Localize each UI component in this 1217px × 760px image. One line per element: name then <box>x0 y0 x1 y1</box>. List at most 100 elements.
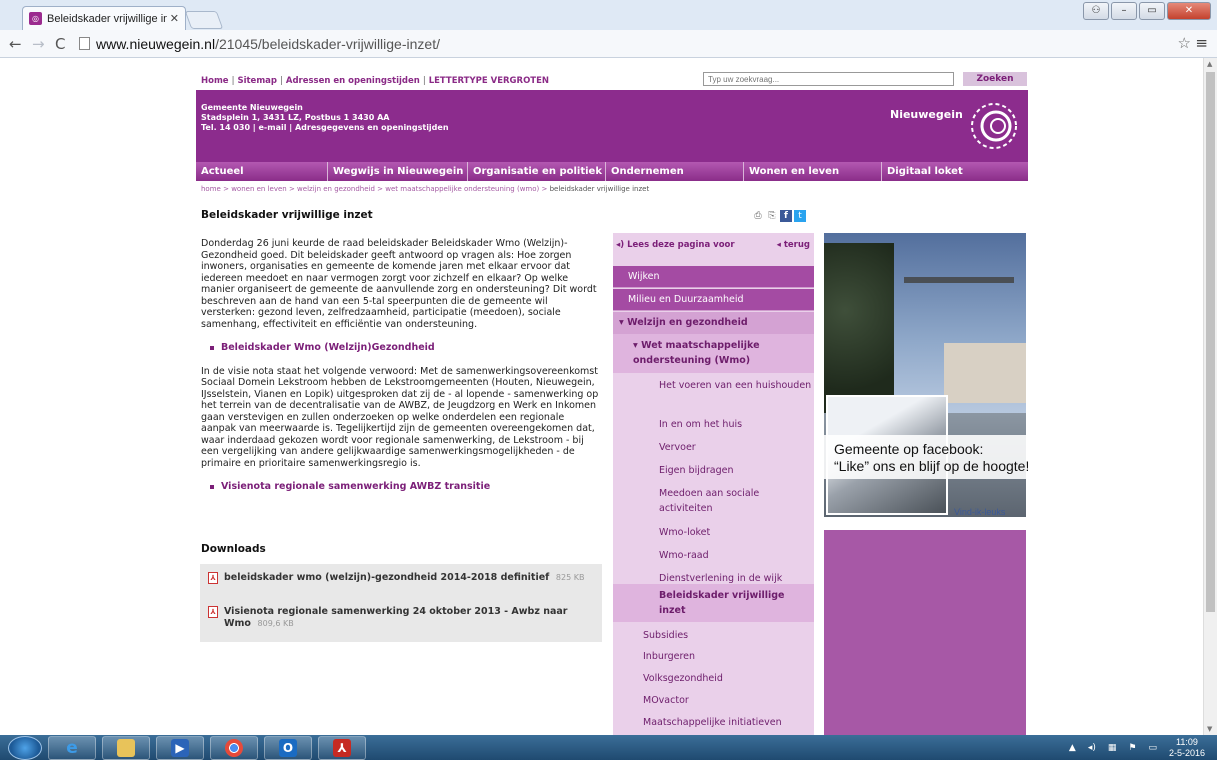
print-icon[interactable]: ⎙ <box>752 210 764 222</box>
scroll-thumb[interactable] <box>1206 72 1215 612</box>
browser-toolbar: ← → C www.nieuwegein.nl/21045/beleidskad… <box>0 30 1217 58</box>
reload-icon[interactable]: C <box>55 35 69 53</box>
menu-icon[interactable]: ≡ <box>1195 34 1208 52</box>
utility-link-font-size[interactable]: LETTERTYPE VERGROTEN <box>429 76 549 86</box>
back-label: terug <box>783 240 810 250</box>
utility-link-addresses[interactable]: Adressen en openingstijden <box>286 76 420 86</box>
subnav-label: Welzijn en gezondheid <box>627 317 748 328</box>
minimize-button[interactable]: – <box>1111 2 1137 20</box>
taskbar-explorer[interactable] <box>102 735 150 760</box>
facebook-widget[interactable]: Gemeente op facebook: “Like” ons en blij… <box>824 393 1028 518</box>
taskbar-media[interactable]: ▶ <box>156 735 204 760</box>
back-arrow-icon[interactable]: ← <box>9 35 23 53</box>
read-aloud-bar: ◂) Lees deze pagina voor ◂ terug <box>613 233 814 257</box>
media-player-icon: ▶ <box>171 738 189 757</box>
subnav-item-subsidies[interactable]: Subsidies <box>613 624 814 643</box>
subnav-item-huis[interactable]: In en om het huis <box>613 413 814 432</box>
subnav-item-current[interactable]: Beleidskader vrijwillige inzet <box>613 584 814 622</box>
breadcrumb-item[interactable]: home <box>201 185 221 193</box>
start-button[interactable] <box>8 735 42 760</box>
article-link-visienota[interactable]: Visienota regionale samenwerking AWBZ tr… <box>210 481 601 493</box>
printer-friendly-icon[interactable]: ⎘ <box>766 210 778 222</box>
subnav-item-meedoen[interactable]: Meedoen aan sociale activiteiten <box>613 482 814 520</box>
subnav-item-wmo-raad[interactable]: Wmo-raad <box>613 544 814 563</box>
subnav-item-wijken[interactable]: Wijken <box>613 266 814 288</box>
nav-actueel[interactable]: Actueel <box>196 162 328 181</box>
utility-links: Home | Sitemap | Adressen en openingstijden |… <box>201 76 549 86</box>
breadcrumb-item[interactable]: wet maatschappelijke ondersteuning (wmo) <box>385 185 539 193</box>
close-tab-icon[interactable]: ✕ <box>170 12 179 25</box>
subnav-item-vervoer[interactable]: Vervoer <box>613 436 814 455</box>
facebook-line-1: Gemeente op facebook: <box>834 441 984 457</box>
new-tab-button[interactable] <box>184 11 224 29</box>
clock[interactable]: 11:09 2-5-2016 <box>1169 737 1205 759</box>
nav-organisatie[interactable]: Organisatie en politiek <box>468 162 606 181</box>
read-aloud-link[interactable]: ◂) Lees deze pagina voor <box>616 240 735 250</box>
bookmark-star-icon[interactable]: ☆ <box>1178 34 1191 52</box>
breadcrumb-item[interactable]: welzijn en gezondheid <box>297 185 375 193</box>
pdf-icon: ⅄ <box>208 606 218 618</box>
page-scrollbar[interactable]: ▲ ▼ <box>1203 58 1217 735</box>
subnav-item-volksgezondheid[interactable]: Volksgezondheid <box>613 667 814 686</box>
user-icon[interactable]: ⚇ <box>1083 2 1109 20</box>
subnav-item-milieu[interactable]: Milieu en Duurzaamheid <box>613 289 814 311</box>
download-item[interactable]: ⅄ beleidskader wmo (welzijn)-gezondheid … <box>208 572 593 584</box>
main-navigation: Actueel Wegwijs in Nieuwegein Organisati… <box>196 162 1028 181</box>
subnav-item-welzijn[interactable]: ▾ Welzijn en gezondheid <box>613 312 814 334</box>
subnav-item-inburgeren[interactable]: Inburgeren <box>613 645 814 664</box>
subnav-item-bijdragen[interactable]: Eigen bijdragen <box>613 459 814 478</box>
facebook-share-icon[interactable]: f <box>780 210 792 222</box>
facebook-like-link[interactable]: Vind-ik-leuks <box>954 507 1005 517</box>
brand-name[interactable]: Nieuwegein <box>890 108 963 121</box>
taskbar-ie[interactable]: e <box>48 735 96 760</box>
address-line-3[interactable]: Tel. 14 030 | e-mail | Adresgegevens en … <box>201 123 449 133</box>
download-item[interactable]: ⅄ Visienota regionale samenwerking 24 ok… <box>208 606 593 629</box>
volume-icon[interactable]: ◂) <box>1088 743 1096 753</box>
network-icon[interactable]: ▦ <box>1108 743 1117 753</box>
download-size: 825 KB <box>555 573 585 582</box>
scroll-up-icon[interactable]: ▲ <box>1207 60 1212 68</box>
display-icon[interactable]: ▭ <box>1148 743 1157 753</box>
utility-link-home[interactable]: Home <box>201 76 229 86</box>
page-title: Beleidskader vrijwillige inzet <box>201 209 373 221</box>
download-size: 809,6 KB <box>257 618 294 628</box>
breadcrumb-item[interactable]: wonen en leven <box>231 185 287 193</box>
download-name[interactable]: beleidskader wmo (welzijn)-gezondheid 20… <box>224 572 549 583</box>
breadcrumb-current: beleidskader vrijwillige inzet <box>549 185 650 193</box>
share-tools: ⎙ ⎘ f t <box>752 210 806 222</box>
taskbar-acrobat[interactable]: ⅄ <box>318 735 366 760</box>
subnav-item-wmo-loket[interactable]: Wmo-loket <box>613 521 814 540</box>
taskbar-outlook[interactable]: O <box>264 735 312 760</box>
forward-arrow-icon[interactable]: → <box>32 35 46 53</box>
subnav-item-movactor[interactable]: MOvactor <box>613 689 814 708</box>
taskbar-chrome[interactable] <box>210 735 258 760</box>
subnav-item-initiatieven[interactable]: Maatschappelijke initiatieven <box>613 711 814 730</box>
search-button[interactable]: Zoeken <box>963 72 1027 86</box>
browser-tab[interactable]: ◎ Beleidskader vrijwillige inz ✕ <box>22 6 186 30</box>
nav-wonen[interactable]: Wonen en leven <box>744 162 882 181</box>
subnav-item-huishouden[interactable]: Het voeren van een huishouden <box>613 374 814 412</box>
window-controls: ⚇ – ▭ ✕ <box>1083 2 1211 20</box>
search-input[interactable] <box>703 72 954 86</box>
back-link[interactable]: ◂ terug <box>777 240 810 250</box>
nieuwegein-logo-icon[interactable] <box>964 96 1024 156</box>
nav-wegwijs[interactable]: Wegwijs in Nieuwegein <box>328 162 468 181</box>
clock-time: 11:09 <box>1176 737 1198 747</box>
subnav-item-wmo[interactable]: ▾ Wet maatschappelijke ondersteuning (Wm… <box>613 334 814 373</box>
tray-arrow-icon[interactable]: ▲ <box>1069 743 1076 753</box>
browser-chrome: ◎ Beleidskader vrijwillige inz ✕ ⚇ – ▭ ✕… <box>0 0 1217 58</box>
photo-bridge <box>904 277 1014 347</box>
nav-digitaal-loket[interactable]: Digitaal loket <box>882 162 1028 181</box>
header-banner: Gemeente Nieuwegein Stadsplein 1, 3431 L… <box>196 90 1028 162</box>
flag-icon[interactable]: ⚑ <box>1128 743 1136 753</box>
twitter-share-icon[interactable]: t <box>794 210 806 222</box>
utility-separator: | <box>280 76 283 86</box>
address-bar[interactable]: www.nieuwegein.nl/21045/beleidskader-vri… <box>79 36 440 52</box>
article-link-beleidskader[interactable]: Beleidskader Wmo (Welzijn)Gezondheid <box>210 342 601 354</box>
address-line-2: Stadsplein 1, 3431 LZ, Postbus 1 3430 AA <box>201 113 390 122</box>
utility-link-sitemap[interactable]: Sitemap <box>237 76 277 86</box>
maximize-button[interactable]: ▭ <box>1139 2 1165 20</box>
nav-ondernemen[interactable]: Ondernemen <box>606 162 744 181</box>
scroll-down-icon[interactable]: ▼ <box>1207 725 1212 733</box>
close-window-button[interactable]: ✕ <box>1167 2 1211 20</box>
